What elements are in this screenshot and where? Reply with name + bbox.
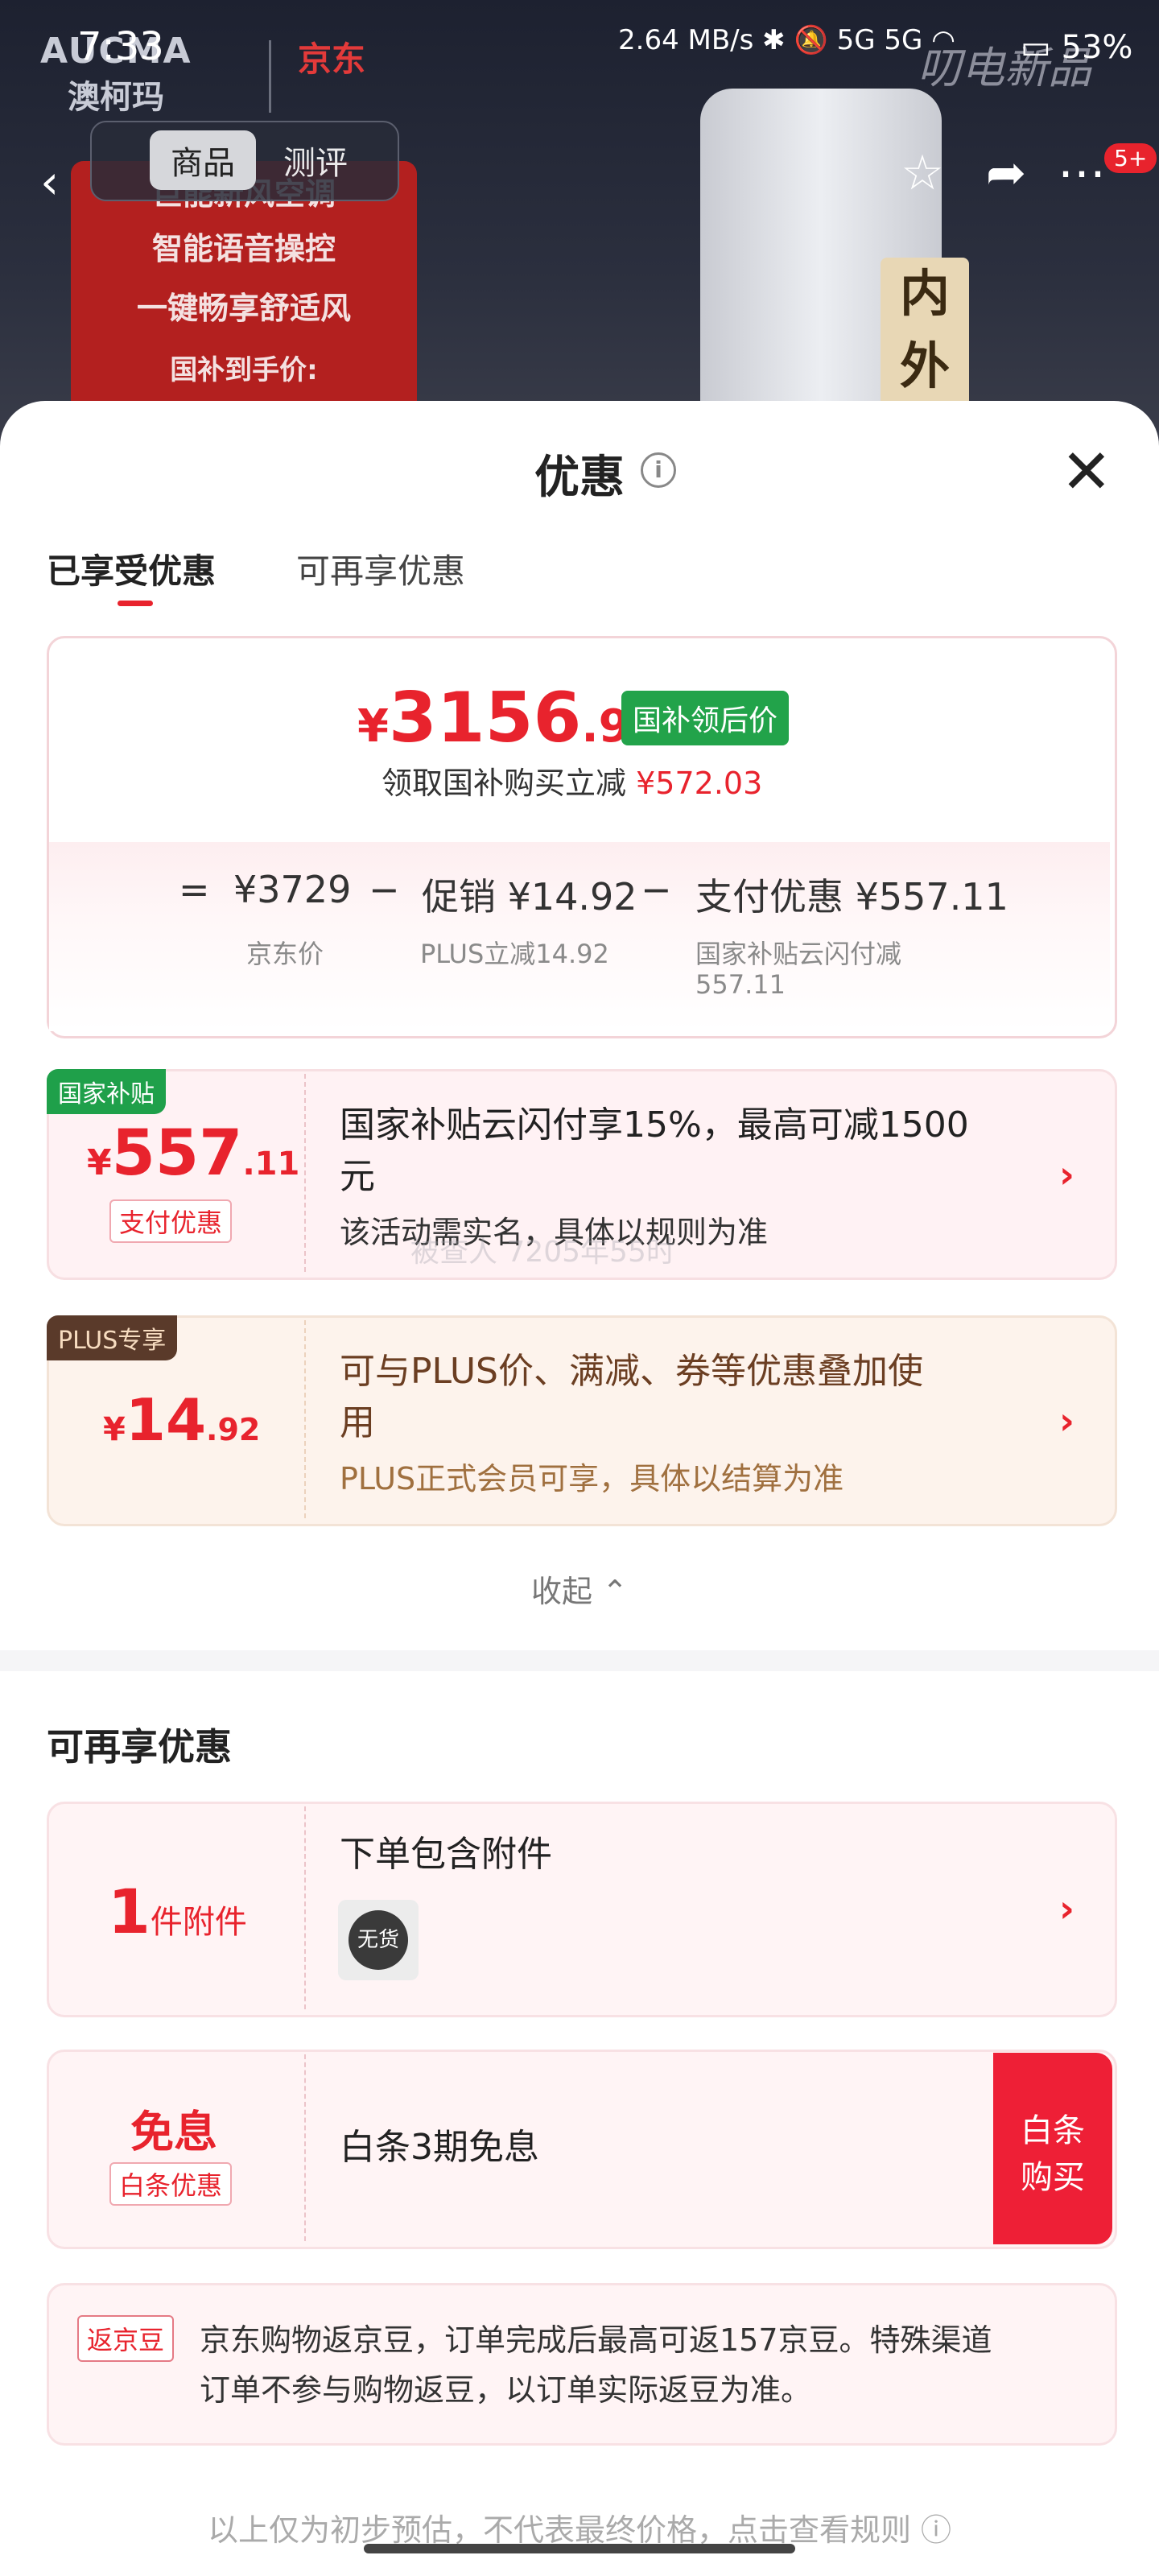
- tab-product[interactable]: 商品: [150, 130, 256, 190]
- brand-divider: [269, 40, 271, 113]
- saving-label: 领取国补购买立减: [382, 766, 627, 801]
- chevron-right-icon[interactable]: ›: [1059, 1887, 1074, 1930]
- home-indicator[interactable]: [364, 2544, 795, 2553]
- mute-icon: 🔕: [794, 24, 828, 56]
- price-integer: 3156: [388, 678, 582, 758]
- formula-minus: −: [641, 868, 672, 911]
- section-title: 可再享优惠: [47, 1725, 232, 1769]
- card-divider: [304, 1806, 306, 2009]
- back-icon[interactable]: ‹: [40, 155, 59, 209]
- amount-decimal: .11: [242, 1146, 300, 1183]
- subsidy-tag: 国家补贴: [47, 1069, 166, 1114]
- payment-discount: 支付优惠 ¥557.11: [695, 875, 1008, 919]
- section-gap: [0, 1650, 1159, 1671]
- offer-desc: PLUS正式会员可享，具体以结算为准: [340, 1461, 844, 1496]
- formula-equals: =: [179, 868, 210, 911]
- amount-integer: 557: [111, 1117, 243, 1190]
- status-network: 2.64 MB/s ✱ 🔕 5G 5G ◠: [618, 24, 955, 56]
- info-icon[interactable]: i: [641, 452, 676, 488]
- count-unit: 件附件: [150, 1904, 247, 1941]
- tab-more-offers[interactable]: 可再享优惠: [296, 544, 465, 593]
- offer-title: 可与PLUS价、满减、券等优惠叠加使: [340, 1351, 923, 1392]
- currency-symbol: ¥: [103, 1411, 126, 1448]
- offer-title-line2: 元: [340, 1156, 375, 1197]
- promo-line: 一键畅享舒适风: [136, 291, 351, 326]
- offer-title: 国家补贴云闪付享15%，最高可减1500: [340, 1104, 969, 1146]
- jd-logo: 京东: [298, 39, 366, 79]
- battery-level: 53%: [1061, 29, 1133, 66]
- battery-icon: ▭: [1021, 29, 1051, 66]
- formula-minus: −: [369, 868, 400, 911]
- jd-beans-text-2: 订单不参与购物返豆，以订单实际返豆为准。: [200, 2372, 812, 2408]
- jd-beans-card: [47, 2283, 1117, 2446]
- baitiao-title: 白条3期免息: [340, 2127, 539, 2168]
- jd-beans-badge: 返京豆: [77, 2315, 175, 2362]
- close-icon[interactable]: ✕: [1061, 441, 1112, 502]
- offer-title-line2: 用: [340, 1402, 375, 1443]
- tab-enjoyed-offers[interactable]: 已享受优惠: [47, 544, 216, 593]
- promo-line: 智能语音操控: [151, 231, 336, 266]
- accessory-count: 1件附件: [108, 1876, 247, 1947]
- card-divider: [304, 1320, 306, 1518]
- plus-amount: ¥14.92: [103, 1386, 260, 1454]
- interest-free-label: 免息: [130, 2107, 217, 2157]
- buy-button-line1: 白条: [1021, 2112, 1085, 2149]
- saving-text: 领取国补购买立减 ¥572.03: [382, 758, 762, 803]
- jd-price: ¥3729: [233, 868, 352, 911]
- baitiao-buy-button[interactable]: 白条 购买: [993, 2053, 1112, 2244]
- plus-tag: PLUS专享: [47, 1315, 178, 1360]
- final-price: ¥3156.97: [357, 678, 662, 758]
- wifi-icon: ◠: [931, 24, 955, 56]
- promo-discount-label: PLUS立减14.92: [420, 939, 609, 969]
- accessory-title: 下单包含附件: [340, 1834, 552, 1875]
- currency-symbol: ¥: [87, 1142, 112, 1183]
- baitiao-badge: 白条优惠: [109, 2162, 233, 2206]
- payment-discount-label-2: 557.11: [695, 969, 786, 1000]
- currency-symbol: ¥: [357, 700, 389, 753]
- amount-decimal: .92: [206, 1412, 261, 1447]
- tab-underline: [118, 601, 153, 606]
- jd-price-label: 京东价: [246, 939, 324, 969]
- favorite-star-icon[interactable]: ☆: [890, 145, 955, 201]
- share-icon[interactable]: ➦: [974, 145, 1038, 201]
- card-divider: [304, 1074, 306, 1272]
- screen-watermark: 被查人 7205年55时: [410, 1236, 675, 1269]
- out-of-stock-label: 无货: [349, 1910, 408, 1970]
- jd-beans-text: 京东购物返京豆，订单完成后最高可返157京豆。特殊渠道: [200, 2322, 992, 2358]
- payment-discount-label: 国家补贴云闪付减: [695, 939, 902, 969]
- status-time: 7:33: [77, 24, 164, 69]
- card-divider: [304, 2054, 306, 2241]
- chevron-right-icon[interactable]: ›: [1059, 1399, 1074, 1443]
- subsidy-price-tag: 国补领后价: [621, 691, 790, 745]
- subsidy-amount: ¥557.11: [87, 1117, 299, 1190]
- net-speed: 2.64 MB/s: [618, 24, 754, 56]
- tab-review[interactable]: 测评: [283, 137, 348, 184]
- signal-icon: 5G 5G: [836, 24, 923, 56]
- sheet-title: 优惠: [534, 452, 625, 504]
- footer-disclaimer[interactable]: 以上仅为初步预估，不代表最终价格，点击查看规则 ⓘ: [0, 2505, 1159, 2549]
- brand-logo-cn: 澳柯玛: [68, 79, 164, 116]
- message-count-badge: 5+: [1104, 143, 1157, 173]
- saving-amount: ¥572.03: [636, 766, 763, 801]
- bluetooth-icon: ✱: [762, 24, 786, 56]
- promo-line: 国补到手价:: [170, 354, 318, 386]
- payment-offer-badge: 支付优惠: [109, 1199, 233, 1243]
- count-number: 1: [108, 1876, 151, 1947]
- battery-indicator: ▭ 53%: [1021, 29, 1132, 66]
- collapse-toggle[interactable]: 收起 ⌃: [0, 1567, 1159, 1611]
- promo-discount: 促销 ¥14.92: [422, 875, 637, 919]
- chevron-right-icon[interactable]: ›: [1059, 1153, 1074, 1196]
- buy-button-line2: 购买: [1021, 2159, 1085, 2196]
- product-side-tag: 内外: [881, 258, 969, 419]
- amount-integer: 14: [125, 1386, 207, 1454]
